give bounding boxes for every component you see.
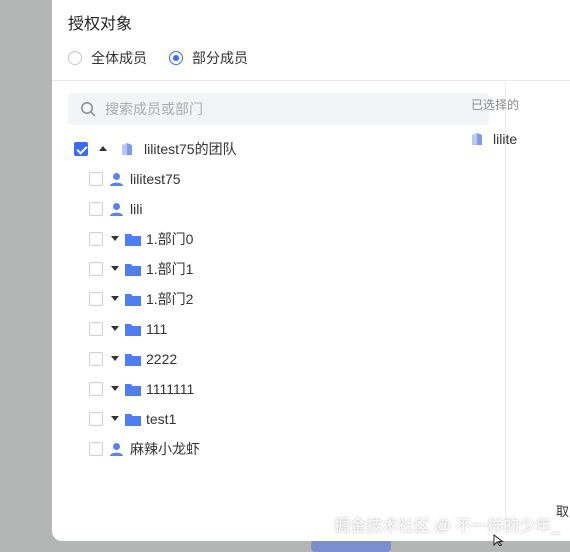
watermark-text: 掘金技术社区 @ 不一样的少年_ xyxy=(334,518,561,535)
folder-icon xyxy=(125,293,141,306)
folder-icon xyxy=(125,383,141,396)
tree-label: lili xyxy=(130,201,143,217)
folder-icon xyxy=(125,323,141,336)
radio-all-members-circle[interactable] xyxy=(68,51,82,65)
selected-item-label: lilite xyxy=(493,131,518,147)
radio-all-members-label: 全体成员 xyxy=(91,50,147,66)
tree-label: 2222 xyxy=(146,351,178,367)
scope-radio-group: 全体成员 部分成员 xyxy=(68,48,270,68)
radio-all-members[interactable]: 全体成员 xyxy=(68,48,147,68)
tree-label: 1111111 xyxy=(146,381,195,397)
dialog-title: 授权对象 xyxy=(68,16,133,33)
folder-icon xyxy=(125,233,141,246)
tree-label: 1.部门1 xyxy=(146,261,194,277)
tree-label: 麻辣小龙虾 xyxy=(130,441,200,457)
caret-down-icon[interactable] xyxy=(111,295,119,303)
selected-item[interactable]: lilite xyxy=(471,131,517,147)
folder-icon xyxy=(125,413,141,426)
caret-up-icon[interactable] xyxy=(99,145,107,153)
tree-label: 111 xyxy=(146,321,168,337)
header-divider xyxy=(52,80,570,81)
tree-root-row[interactable]: lilitest75的团队 xyxy=(74,138,237,160)
modal-backdrop[interactable] xyxy=(0,0,52,546)
folder-icon xyxy=(125,353,141,366)
tree-row-department[interactable]: 1111111 xyxy=(89,378,194,400)
tree-row-department[interactable]: 2222 xyxy=(89,348,177,370)
tree-row-department[interactable]: 111 xyxy=(89,318,167,340)
search-icon xyxy=(81,102,96,117)
tree-checkbox[interactable] xyxy=(89,412,103,426)
underlay-button xyxy=(311,540,391,552)
search-input[interactable] xyxy=(103,100,467,118)
tree-row-user[interactable]: 麻辣小龙虾 xyxy=(89,438,200,460)
tree-row-user[interactable]: lilitest75 xyxy=(89,168,181,190)
selected-panel-title: 已选择的 xyxy=(471,98,520,112)
tree-checkbox[interactable] xyxy=(89,352,103,366)
tree-row-department[interactable]: test1 xyxy=(89,408,176,430)
tree-label: 1.部门0 xyxy=(146,231,194,247)
radio-partial-members[interactable]: 部分成员 xyxy=(169,48,248,68)
tree-checkbox[interactable] xyxy=(89,202,103,216)
tree-checkbox[interactable] xyxy=(89,442,103,456)
tree-root-checkbox[interactable] xyxy=(74,142,88,156)
user-icon xyxy=(109,442,124,457)
tree-row-department[interactable]: 1.部门0 xyxy=(89,228,193,250)
tree-checkbox[interactable] xyxy=(89,232,103,246)
caret-down-icon[interactable] xyxy=(111,355,119,363)
tree-checkbox[interactable] xyxy=(89,382,103,396)
tree-row-user[interactable]: lili xyxy=(89,198,142,220)
tree-checkbox[interactable] xyxy=(89,262,103,276)
user-icon xyxy=(109,202,124,217)
caret-down-icon[interactable] xyxy=(111,235,119,243)
caret-down-icon[interactable] xyxy=(111,265,119,273)
team-building-icon xyxy=(471,132,483,146)
panel-divider xyxy=(505,81,506,521)
tree-checkbox[interactable] xyxy=(89,322,103,336)
mouse-cursor-icon xyxy=(493,534,504,546)
tree-row-department[interactable]: 1.部门1 xyxy=(89,258,193,280)
tree-label: lilitest75 xyxy=(130,171,181,187)
radio-partial-members-circle[interactable] xyxy=(169,51,183,65)
tree-label: 1.部门2 xyxy=(146,291,194,307)
tree-row-department[interactable]: 1.部门2 xyxy=(89,288,193,310)
caret-down-icon[interactable] xyxy=(111,415,119,423)
caret-down-icon[interactable] xyxy=(111,385,119,393)
tree-root-label: lilitest75的团队 xyxy=(144,141,237,157)
tree-checkbox[interactable] xyxy=(89,172,103,186)
folder-icon xyxy=(125,263,141,276)
tree-checkbox[interactable] xyxy=(89,292,103,306)
user-icon xyxy=(109,172,124,187)
member-search-box[interactable] xyxy=(68,93,489,125)
team-building-icon xyxy=(120,142,134,156)
tree-label: test1 xyxy=(146,411,177,427)
caret-down-icon[interactable] xyxy=(111,325,119,333)
authorize-dialog: 授权对象 全体成员 部分成员 lilitest75的团队 xyxy=(52,0,570,541)
radio-partial-members-label: 部分成员 xyxy=(192,50,248,66)
